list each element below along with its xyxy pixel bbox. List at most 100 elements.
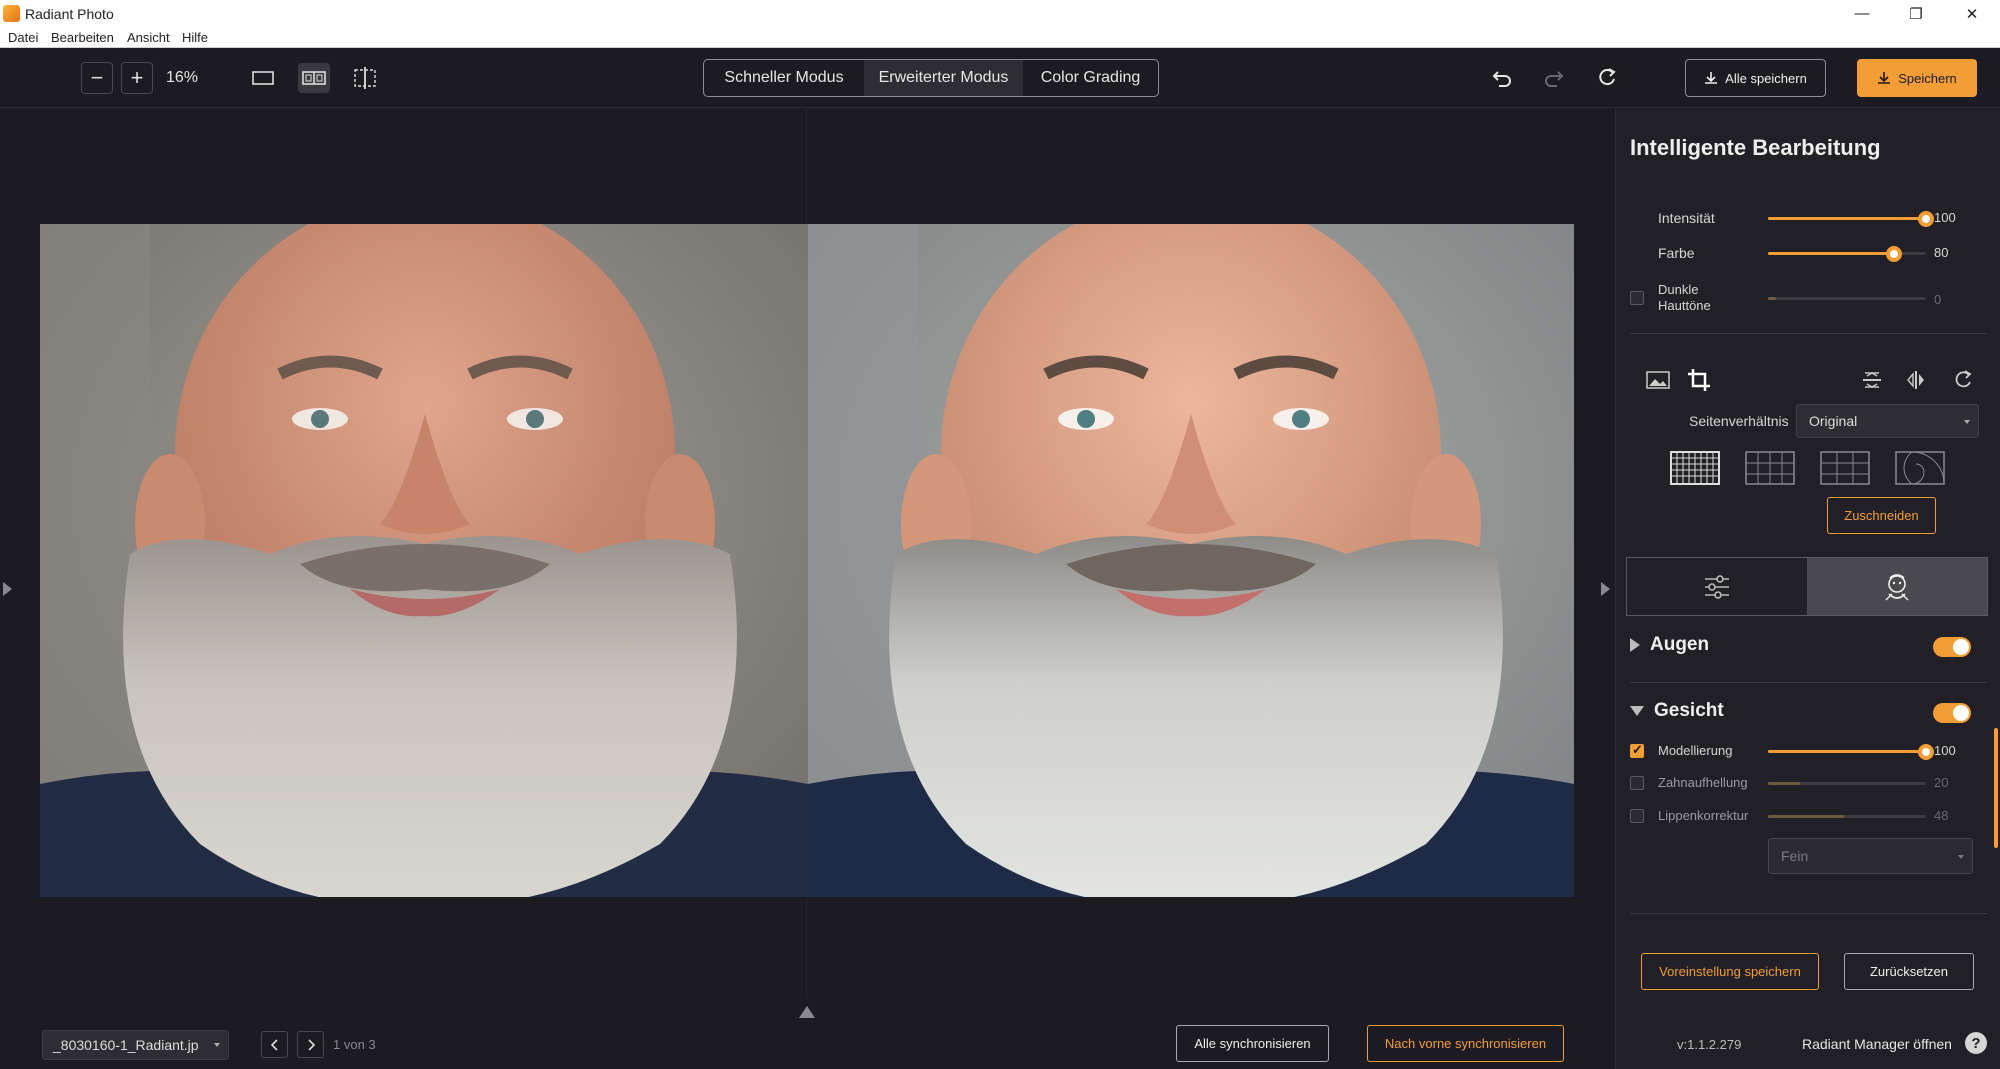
lip-detail-select[interactable]: Fein	[1768, 838, 1973, 874]
lip-correction-slider[interactable]	[1768, 815, 1926, 818]
flip-vertical-button[interactable]	[1857, 365, 1887, 395]
panel-tabs	[1626, 557, 1988, 616]
flip-horizontal-button[interactable]	[1901, 365, 1931, 395]
reset-button[interactable]: Zurücksetzen	[1844, 953, 1974, 990]
slider-handle[interactable]	[1918, 211, 1934, 227]
chevron-down-icon	[214, 1043, 220, 1047]
split-view-icon	[302, 71, 326, 85]
section-header-augen[interactable]: Augen	[1630, 634, 1709, 656]
dark-skin-slider[interactable]	[1768, 297, 1926, 300]
aspect-ratio-select[interactable]: Original	[1796, 404, 1979, 438]
slider-fill	[1768, 782, 1800, 785]
right-panel-toggle-icon[interactable]	[1601, 582, 1610, 596]
compare-slider-icon	[354, 67, 376, 89]
title-bar: Radiant Photo — ❐ ✕	[0, 0, 2000, 27]
single-view-button[interactable]	[247, 63, 279, 93]
chevron-down-icon	[1958, 855, 1964, 859]
sliders-icon	[1705, 574, 1729, 599]
aspect-ratio-label: Seitenverhältnis	[1689, 413, 1789, 429]
split-view-button[interactable]	[298, 63, 330, 93]
minimize-button[interactable]: —	[1834, 0, 1890, 27]
grid-overlay-fine-button[interactable]	[1670, 450, 1720, 486]
slider-label: Intensität	[1658, 210, 1715, 226]
grid-overlay-quarters-button[interactable]	[1745, 450, 1795, 486]
maximize-button[interactable]: ❐	[1888, 0, 1944, 27]
tab-erweiterter-modus[interactable]: Erweiterter Modus	[864, 60, 1023, 96]
intensity-slider[interactable]	[1768, 211, 1934, 227]
slider-label: Dunkle Hauttöne	[1658, 282, 1711, 313]
menu-ansicht[interactable]: Ansicht	[127, 30, 170, 45]
version-label: v:1.1.2.279	[1677, 1037, 1742, 1052]
save-all-button[interactable]: Alle speichern	[1685, 59, 1826, 97]
file-selector[interactable]: _8030160-1_Radiant.jp	[42, 1030, 229, 1060]
grid-overlay-spiral-button[interactable]	[1895, 450, 1945, 486]
tab-portrait[interactable]	[1807, 558, 1987, 615]
modelling-slider[interactable]	[1768, 744, 1934, 760]
slider-handle[interactable]	[1918, 744, 1934, 760]
window-title: Radiant Photo	[25, 6, 114, 22]
slider-handle[interactable]	[1886, 246, 1902, 262]
reset-view-button[interactable]	[1591, 62, 1623, 94]
panel-scrollbar[interactable]	[1994, 728, 1998, 848]
aspect-ratio-value: Original	[1809, 413, 1858, 429]
undo-icon	[1492, 71, 1511, 87]
teeth-whitening-checkbox[interactable]	[1630, 776, 1644, 790]
zoom-out-button[interactable]: −	[81, 62, 113, 94]
before-image	[40, 224, 808, 897]
menu-bearbeiten[interactable]: Bearbeiten	[51, 30, 114, 45]
slider-row-intensity: Intensität 100	[1616, 206, 2000, 230]
menu-hilfe[interactable]: Hilfe	[182, 30, 208, 45]
slider-value: 100	[1934, 743, 1956, 758]
save-button[interactable]: Speichern	[1857, 59, 1977, 97]
divider	[1630, 913, 1987, 914]
crop-icon	[1688, 369, 1710, 391]
dark-skin-checkbox[interactable]	[1630, 291, 1644, 305]
save-preset-button[interactable]: Voreinstellung speichern	[1641, 953, 1819, 990]
previous-image-button[interactable]	[261, 1031, 288, 1058]
slider-row-dark-skin: Dunkle Hauttöne 0	[1616, 276, 2000, 320]
download-icon	[1878, 72, 1891, 84]
undo-button[interactable]	[1486, 62, 1518, 94]
tab-schneller-modus[interactable]: Schneller Modus	[704, 60, 864, 96]
slider-row-teeth-whitening: Zahnaufhellung 20	[1616, 771, 2000, 795]
filmstrip-toggle-icon[interactable]	[799, 1006, 815, 1018]
zoom-in-button[interactable]: +	[121, 62, 153, 94]
section-header-gesicht[interactable]: Gesicht	[1630, 700, 1724, 722]
crop-button[interactable]: Zuschneiden	[1827, 497, 1936, 534]
divider	[1630, 682, 1987, 683]
next-image-button[interactable]	[297, 1031, 324, 1058]
menu-datei[interactable]: Datei	[8, 30, 38, 45]
augen-toggle[interactable]	[1933, 637, 1971, 657]
close-button[interactable]: ✕	[1944, 0, 2000, 27]
menu-bar: Datei Bearbeiten Ansicht Hilfe	[0, 27, 2000, 48]
panel-title: Intelligente Bearbeitung	[1630, 135, 1881, 160]
fine-grid-icon	[1670, 451, 1720, 485]
crop-tool-button[interactable]	[1684, 365, 1714, 395]
slider-compare-button[interactable]	[349, 63, 381, 93]
tab-color-grading[interactable]: Color Grading	[1023, 60, 1158, 96]
tab-global-adjustments[interactable]	[1627, 558, 1807, 615]
mode-switcher: Schneller Modus Erweiterter Modus Color …	[703, 59, 1159, 97]
rotate-button[interactable]	[1948, 365, 1978, 395]
modelling-checkbox[interactable]	[1630, 742, 1644, 758]
gesicht-toggle[interactable]	[1933, 703, 1971, 723]
section-title: Augen	[1650, 634, 1710, 655]
sync-all-button[interactable]: Alle synchronisieren	[1176, 1025, 1329, 1062]
section-title: Gesicht	[1654, 700, 1724, 721]
refresh-icon	[1599, 68, 1616, 86]
adjustments-panel: Intelligente Bearbeitung Intensität 100 …	[1615, 108, 2000, 1069]
redo-button[interactable]	[1538, 62, 1570, 94]
rotate-icon	[1955, 370, 1972, 388]
grid-overlay-thirds-button[interactable]	[1820, 450, 1870, 486]
open-radiant-manager-link[interactable]: Radiant Manager öffnen	[1802, 1036, 1952, 1052]
slider-row-color: Farbe 80	[1616, 241, 2000, 265]
image-mode-button[interactable]	[1643, 365, 1673, 395]
left-panel-toggle-icon[interactable]	[3, 582, 12, 596]
slider-row-lip-correction: Lippenkorrektur 48	[1616, 804, 2000, 828]
color-slider[interactable]	[1768, 246, 1926, 262]
sync-forward-button[interactable]: Nach vorne synchronisieren	[1367, 1025, 1564, 1062]
lip-correction-checkbox[interactable]	[1630, 809, 1644, 823]
after-image	[808, 224, 1574, 897]
teeth-whitening-slider[interactable]	[1768, 782, 1926, 785]
help-icon[interactable]: ?	[1965, 1032, 1987, 1054]
